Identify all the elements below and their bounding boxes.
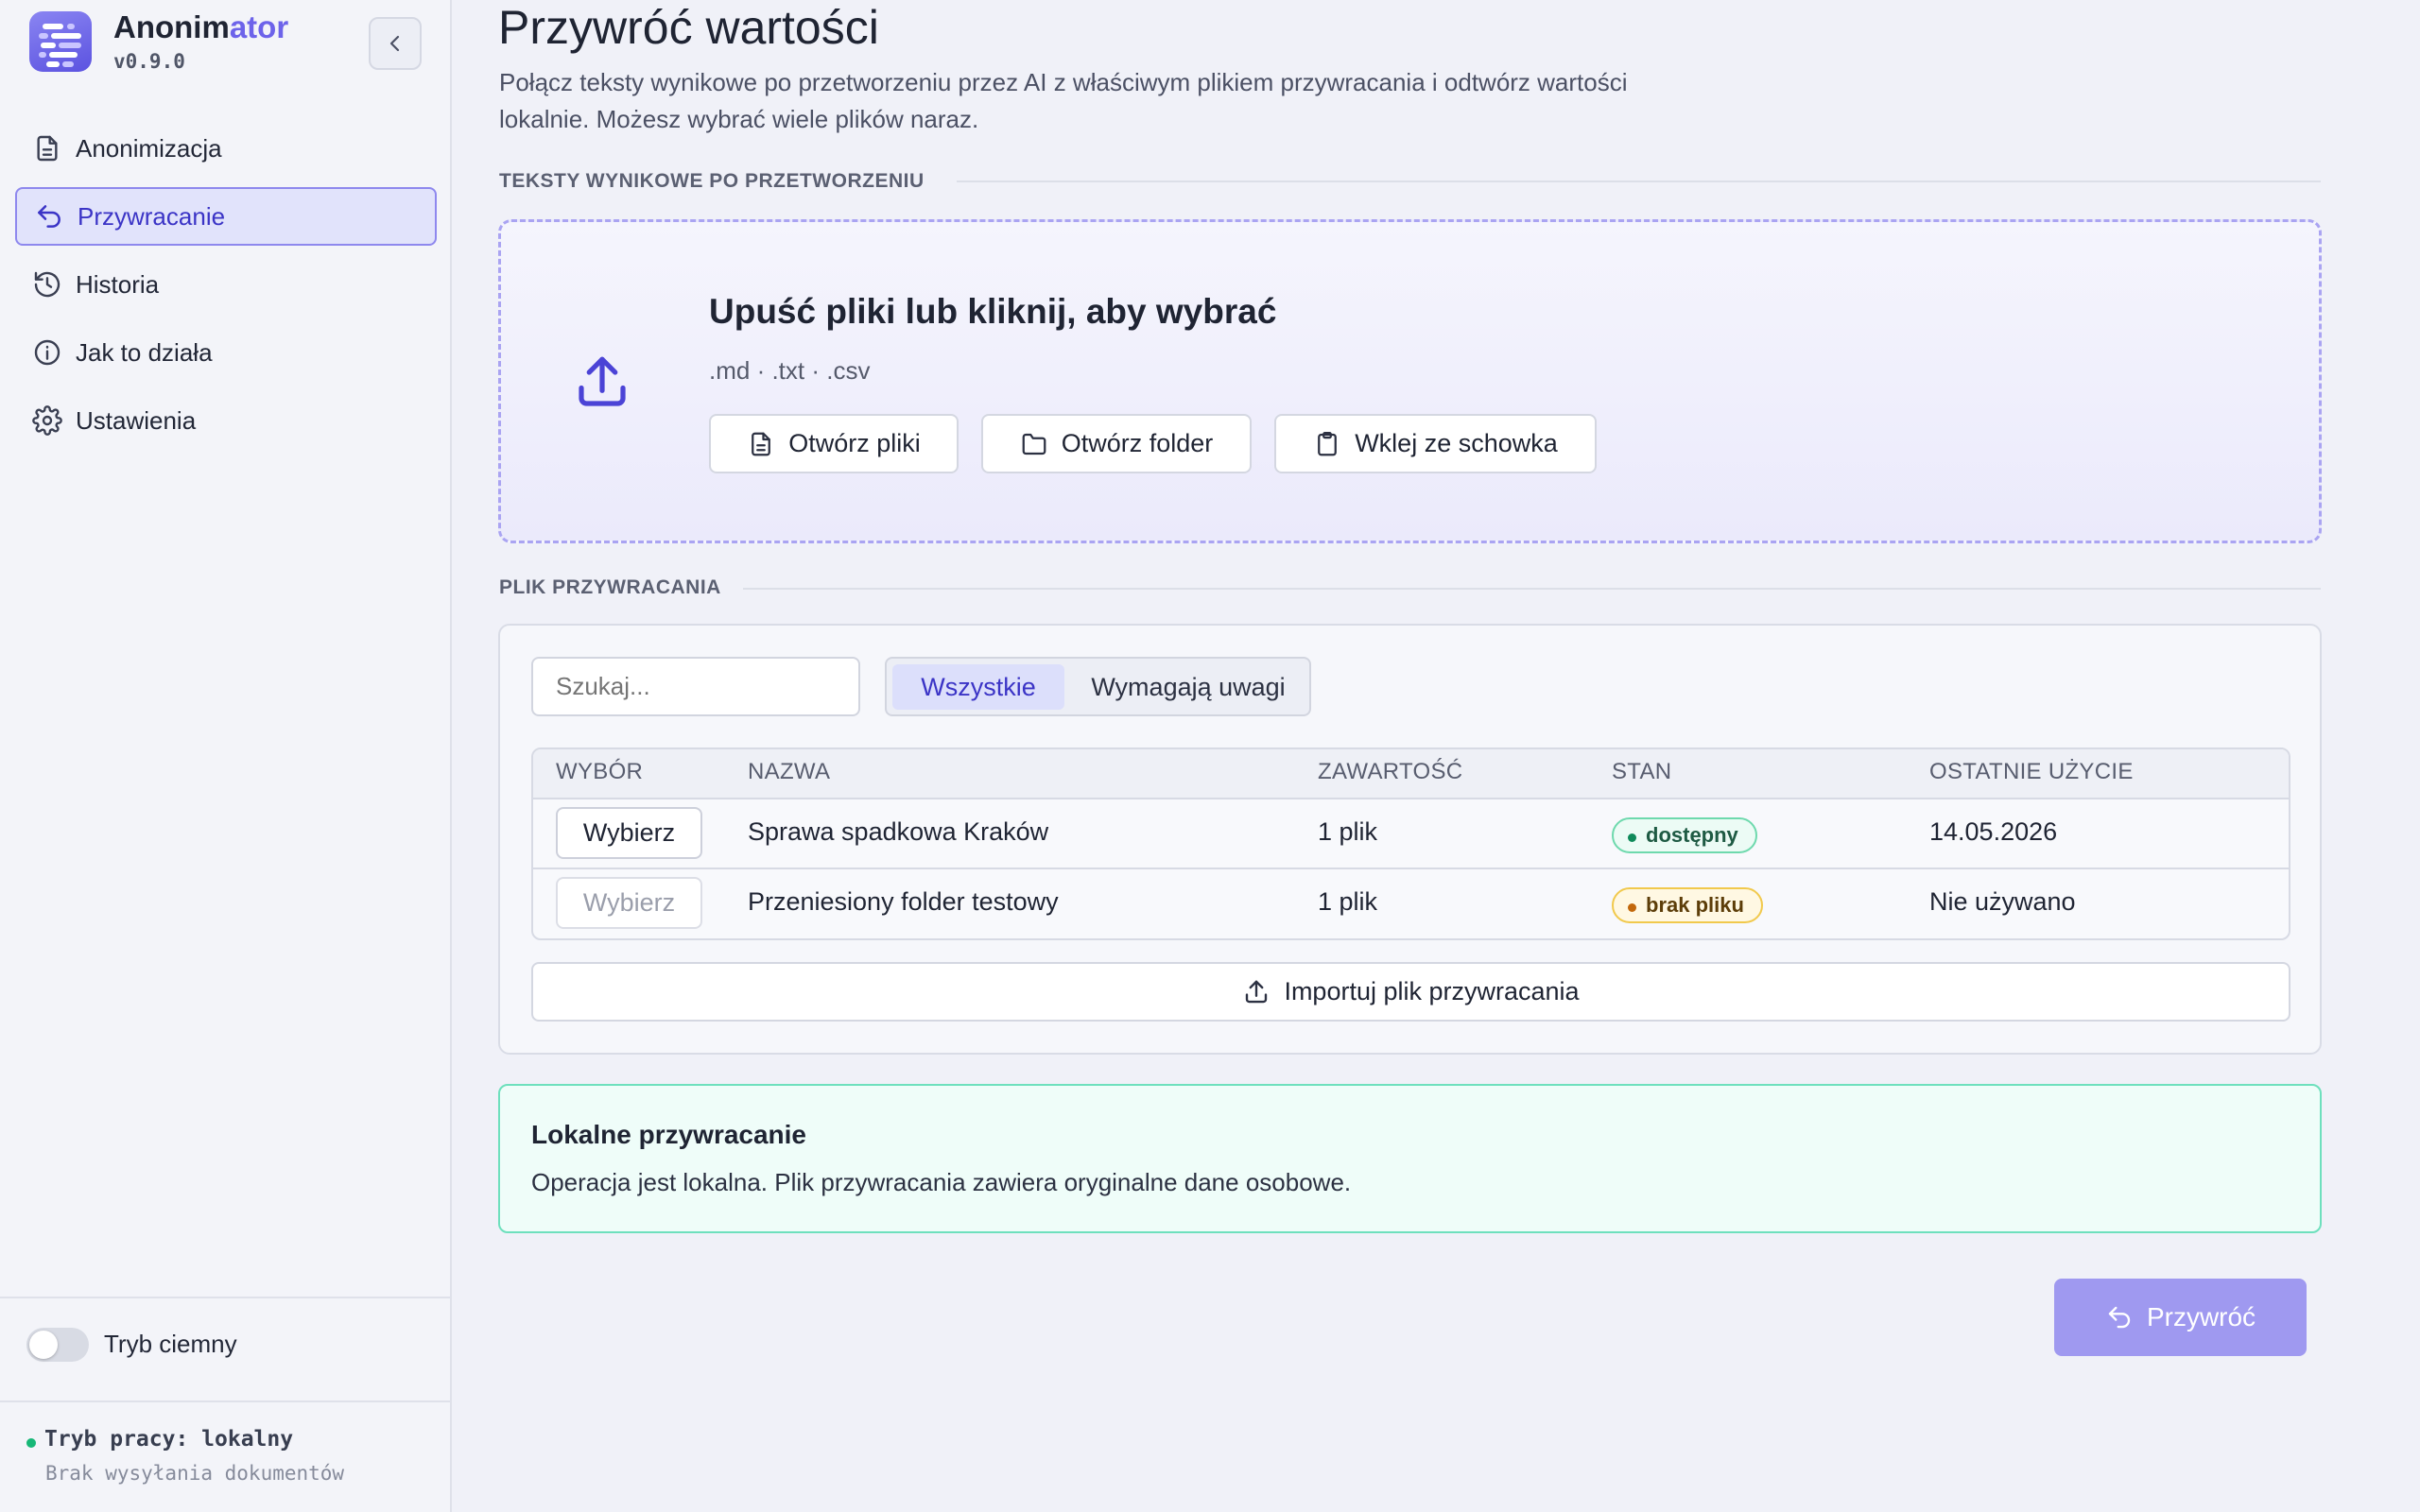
sidebar-item-przywracanie[interactable]: Przywracanie — [15, 187, 437, 246]
section-label-restore-file: PLIK PRZYWRACANIA — [499, 576, 721, 598]
sidebar-divider — [0, 1400, 452, 1402]
gear-icon — [32, 405, 62, 436]
restore-button[interactable]: Przywróć — [2054, 1279, 2307, 1356]
select-button-disabled: Wybierz — [556, 877, 702, 929]
sidebar-item-anonimizacja[interactable]: Anonimizacja — [15, 119, 437, 178]
app-title-accent: ator — [229, 9, 289, 44]
upload-icon — [579, 356, 626, 406]
sidebar-item-label: Historia — [76, 269, 160, 299]
row-last-used: 14.05.2026 — [1929, 817, 2058, 846]
restore-file-panel: Wszystkie Wymagają uwagi WYBÓR NAZWA ZAW… — [498, 624, 2322, 1055]
status-dot-icon — [26, 1438, 36, 1448]
row-content: 1 plik — [1318, 887, 1378, 916]
open-files-label: Otwórz pliki — [788, 429, 921, 457]
table-row: Wybierz Sprawa spadkowa Kraków 1 plik do… — [533, 799, 2289, 869]
dark-mode-label: Tryb ciemny — [104, 1330, 237, 1358]
collapse-sidebar-button[interactable] — [369, 17, 422, 70]
notice-text: Operacja jest lokalna. Plik przywracania… — [531, 1168, 1352, 1196]
column-header-select: WYBÓR — [556, 759, 644, 784]
app-logo-icon — [29, 11, 92, 72]
sidebar: Anonimator v0.9.0 Anonimizacja Przywraca… — [0, 0, 452, 1512]
app-title-main: Anonim — [113, 9, 230, 44]
sidebar-item-historia[interactable]: Historia — [15, 255, 437, 314]
table-row: Wybierz Przeniesiony folder testowy 1 pl… — [533, 869, 2289, 938]
app-title: Anonimator — [113, 9, 288, 45]
info-icon — [34, 339, 60, 366]
chevron-left-icon — [389, 35, 400, 52]
column-header-status: STAN — [1612, 759, 1672, 784]
open-files-button[interactable]: Otwórz pliki — [709, 414, 959, 473]
restore-files-table: WYBÓR NAZWA ZAWARTOŚĆ STAN OSTATNIE UŻYC… — [531, 747, 2290, 940]
local-restore-notice: Lokalne przywracanie Operacja jest lokal… — [498, 1084, 2322, 1233]
sidebar-item-label: Przywracanie — [78, 201, 226, 231]
paste-clipboard-button[interactable]: Wklej ze schowka — [1274, 414, 1597, 473]
sidebar-divider — [0, 1297, 452, 1298]
page-title: Przywróć wartości — [498, 1, 879, 54]
sidebar-item-label: Anonimizacja — [76, 133, 222, 163]
filter-attention-tab[interactable]: Wymagają uwagi — [1072, 664, 1305, 710]
notice-title: Lokalne przywracanie — [531, 1120, 807, 1149]
row-content: 1 plik — [1318, 817, 1378, 846]
status-badge: dostępny — [1612, 817, 1757, 853]
column-header-last-used: OSTATNIE UŻYCIE — [1929, 759, 2134, 784]
undo-icon — [2108, 1306, 2131, 1329]
sidebar-item-label: Jak to działa — [76, 337, 213, 367]
document-icon — [752, 432, 771, 455]
section-divider — [743, 588, 2321, 590]
folder-icon — [1022, 433, 1046, 455]
work-mode-subtitle: Brak wysyłania dokumentów — [45, 1462, 345, 1485]
upload-icon — [1246, 980, 1268, 1003]
paste-clipboard-label: Wklej ze schowka — [1355, 429, 1558, 457]
column-header-name: NAZWA — [748, 759, 831, 784]
section-divider — [957, 180, 2321, 182]
import-label: Importuj plik przywracania — [1284, 977, 1580, 1005]
row-name: Sprawa spadkowa Kraków — [748, 817, 1049, 846]
history-icon — [34, 271, 60, 298]
open-folder-button[interactable]: Otwórz folder — [981, 414, 1252, 473]
clipboard-icon — [1318, 431, 1338, 455]
search-input[interactable] — [531, 657, 860, 716]
row-last-used: Nie używano — [1929, 887, 2076, 916]
app-version: v0.9.0 — [113, 50, 185, 73]
filter-all-tab[interactable]: Wszystkie — [892, 664, 1064, 710]
page-description: Połącz teksty wynikowe po przetworzeniu … — [499, 68, 1628, 133]
sidebar-item-ustawienia[interactable]: Ustawienia — [15, 391, 437, 450]
column-header-content: ZAWARTOŚĆ — [1318, 759, 1463, 784]
work-mode-status: Tryb pracy: lokalny — [44, 1427, 294, 1452]
restore-button-label: Przywróć — [2146, 1302, 2256, 1332]
dark-mode-toggle[interactable] — [26, 1328, 89, 1362]
dropzone-file-types: .md · .txt · .csv — [709, 356, 871, 385]
open-folder-label: Otwórz folder — [1061, 429, 1214, 457]
filter-segmented-control: Wszystkie Wymagają uwagi — [885, 657, 1311, 716]
sidebar-item-label: Ustawienia — [76, 405, 197, 435]
file-dropzone[interactable]: Upuść pliki lub kliknij, aby wybrać .md … — [498, 219, 2322, 543]
section-label-output: TEKSTY WYNIKOWE PO PRZETWORZENIU — [499, 170, 925, 192]
document-icon — [37, 135, 58, 162]
undo-icon — [38, 205, 60, 228]
select-button[interactable]: Wybierz — [556, 807, 702, 859]
toggle-knob — [29, 1331, 58, 1359]
import-restore-file-button[interactable]: Importuj plik przywracania — [531, 962, 2290, 1022]
dropzone-title: Upuść pliki lub kliknij, aby wybrać — [709, 292, 1277, 331]
sidebar-item-jak-to-dziala[interactable]: Jak to działa — [15, 323, 437, 382]
row-name: Przeniesiony folder testowy — [748, 887, 1059, 916]
status-badge: brak pliku — [1612, 887, 1763, 923]
